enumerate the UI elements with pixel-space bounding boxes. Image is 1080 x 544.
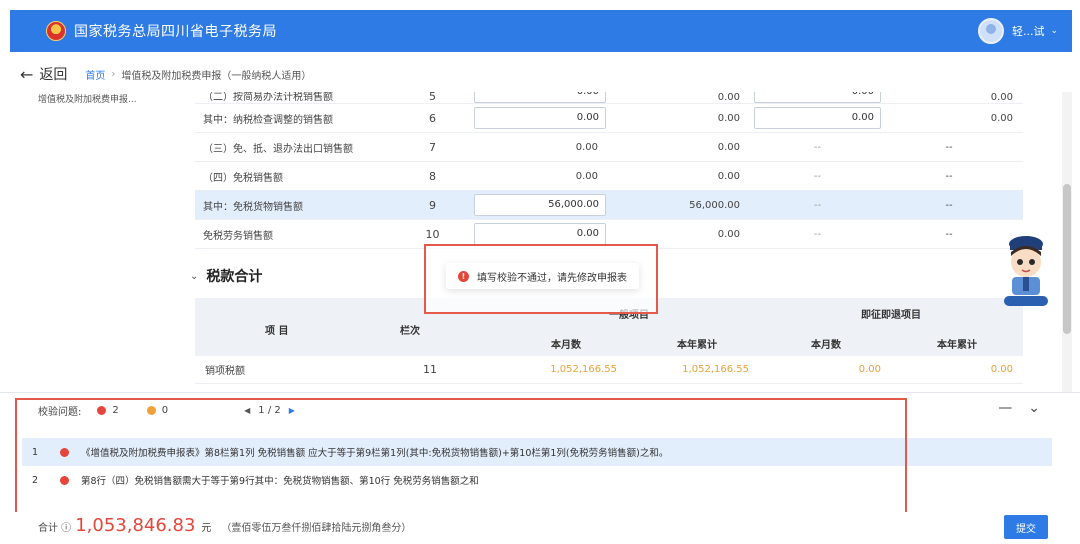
- breadcrumb-separator: ›: [111, 68, 116, 80]
- amount-input[interactable]: 0.00: [474, 92, 606, 103]
- row-value: --: [945, 170, 953, 182]
- header-col-no: 栏次: [400, 326, 420, 337]
- table-row-highlighted: 其中：免税货物销售额 9 56,000.00 56,000.00 -- --: [195, 191, 1023, 220]
- row-no: 5: [429, 92, 436, 103]
- error-icon: !: [458, 270, 469, 282]
- table-row: （三）免、抵、退办法出口销售额 7 0.00 0.00 -- --: [195, 133, 1023, 162]
- breadcrumb: ← 返回 首页 › 增值税及附加税费申报（一般纳税人适用）: [20, 64, 311, 84]
- total-unit: 元: [201, 523, 212, 534]
- row-no: 9: [429, 198, 436, 212]
- row-name: 其中：免税货物销售额: [203, 201, 303, 213]
- row-name: （三）免、抵、退办法出口销售额: [203, 143, 353, 155]
- breadcrumb-home-link[interactable]: 首页: [85, 67, 105, 82]
- header-year: 本年累计: [677, 340, 717, 351]
- row-no: 6: [429, 111, 436, 125]
- header-month: 本月数: [811, 340, 841, 351]
- row-value: --: [945, 199, 953, 211]
- row-value: 1,052,166.55: [550, 364, 617, 375]
- back-arrow-icon[interactable]: ←: [20, 65, 33, 84]
- row-no: 10: [425, 227, 440, 241]
- scrollbar-thumb[interactable]: [1063, 184, 1071, 334]
- row-value: 56,000.00: [689, 199, 740, 211]
- breadcrumb-current: 增值税及附加税费申报（一般纳税人适用）: [121, 70, 312, 82]
- row-name: 其中：纳税检查调整的销售额: [203, 114, 333, 126]
- row-value: 0.00: [717, 112, 740, 124]
- row-value: --: [945, 141, 953, 153]
- sales-table: （二）按简易办法计税销售额 5 0.00 0.00 0.00 0.00 其中：纳…: [195, 92, 1023, 249]
- amount-input[interactable]: 0.00: [474, 107, 606, 129]
- section-header[interactable]: ⌄ 税款合计: [190, 266, 262, 286]
- header-item: 项 目: [265, 326, 289, 337]
- chevron-down-icon: ⌄: [190, 270, 199, 282]
- table-row: 其中：纳税检查调整的销售额 6 0.00 0.00 0.00 0.00: [195, 104, 1023, 133]
- header-year: 本年累计: [937, 340, 977, 351]
- tax-emblem-icon: [46, 21, 66, 41]
- sidebar-item[interactable]: 增值税及附加税费申报...: [38, 92, 137, 105]
- row-name: （二）按简易办法计税销售额: [203, 92, 333, 103]
- back-button[interactable]: 返回: [39, 64, 67, 84]
- row-name: 销项税额: [205, 366, 245, 377]
- user-menu[interactable]: 轻...试 ⌄: [977, 18, 1058, 44]
- row-value: 0.00: [717, 228, 740, 240]
- amount-input[interactable]: 0.00: [754, 107, 881, 129]
- row-value: 0.00: [717, 92, 740, 103]
- row-no: 8: [429, 169, 436, 183]
- site-title: 国家税务总局四川省电子税务局: [74, 24, 277, 40]
- avatar: [977, 18, 1004, 44]
- amount-input[interactable]: 0.00: [754, 92, 881, 103]
- header-immediate: 即征即退项目: [861, 310, 921, 321]
- row-value: --: [813, 199, 822, 211]
- row-value: 0.00: [575, 141, 598, 153]
- row-value: 1,052,166.55: [682, 364, 749, 375]
- top-header: 国家税务总局四川省电子税务局 轻...试 ⌄: [0, 0, 1080, 60]
- row-value: 0.00: [717, 141, 740, 153]
- row-value: 0.00: [575, 170, 598, 182]
- vertical-scrollbar[interactable]: [1062, 92, 1072, 392]
- total-amount-chinese: （壹佰零伍万叁仟捌佰肆拾陆元捌角叁分）: [221, 523, 412, 534]
- amount-input[interactable]: 56,000.00: [474, 194, 606, 216]
- row-value: 0.00: [858, 364, 881, 375]
- table-row: 销项税额 11 1,052,166.55 1,052,166.55 0.00 0…: [195, 356, 1023, 384]
- row-value: --: [813, 228, 822, 240]
- chevron-down-icon: ⌄: [1050, 26, 1058, 36]
- error-toast: ! 填写校验不通过，请先修改申报表: [446, 263, 639, 289]
- minimize-icon[interactable]: —: [998, 400, 1012, 416]
- submit-button[interactable]: 提交: [1004, 515, 1048, 539]
- row-value: --: [813, 141, 822, 153]
- panel-controls: — ⌄: [998, 400, 1040, 416]
- row-name: （四）免税销售额: [203, 172, 283, 184]
- row-value: 0.00: [717, 170, 740, 182]
- row-value: --: [813, 170, 822, 182]
- row-no: 7: [429, 140, 436, 154]
- collapse-chevron-icon[interactable]: ⌄: [1028, 400, 1040, 416]
- validation-highlight-frame: [15, 398, 907, 518]
- row-name: 免税劳务销售额: [203, 230, 273, 242]
- assistant-mascot-icon[interactable]: [1000, 230, 1052, 310]
- header-month: 本月数: [551, 340, 581, 351]
- section-title: 税款合计: [206, 269, 263, 285]
- total-amount: 1,053,846.83: [75, 515, 196, 536]
- toast-message: 填写校验不通过，请先修改申报表: [477, 272, 627, 284]
- total-label: 合计 ⓘ: [38, 523, 72, 534]
- amount-input[interactable]: 0.00: [474, 223, 606, 245]
- row-value: 0.00: [990, 92, 1013, 103]
- user-name: 轻...试: [1011, 25, 1045, 38]
- row-no: 11: [423, 363, 437, 376]
- header-band: 国家税务总局四川省电子税务局 轻...试 ⌄: [10, 10, 1072, 52]
- row-value: 0.00: [990, 112, 1013, 124]
- table-row: （二）按简易办法计税销售额 5 0.00 0.00 0.00 0.00: [195, 92, 1023, 104]
- table-row: （四）免税销售额 8 0.00 0.00 -- --: [195, 162, 1023, 191]
- total-summary: 合计 ⓘ 1,053,846.83 元 （壹佰零伍万叁仟捌佰肆拾陆元捌角叁分）: [38, 515, 411, 536]
- row-value: 0.00: [990, 364, 1013, 375]
